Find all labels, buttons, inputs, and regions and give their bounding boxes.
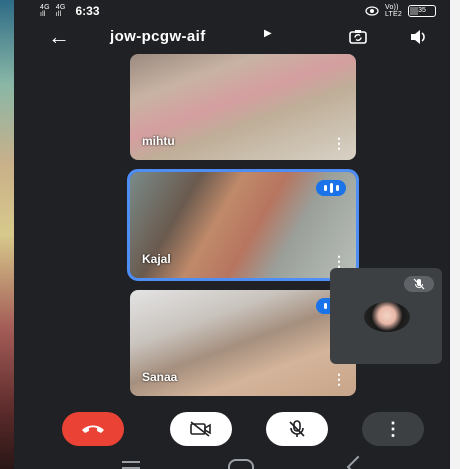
- android-nav-bar: [14, 455, 450, 469]
- more-vert-icon: ⋮: [384, 418, 402, 439]
- meet-call-screen: 4G ıll 4G ıll 6:33 Vo)) LTE2 35 ← jow-pc…: [14, 0, 450, 469]
- back-icon[interactable]: [346, 455, 370, 469]
- participant-name: mihtu: [142, 134, 175, 148]
- mic-toggle-button[interactable]: [266, 412, 328, 446]
- participant-tile-kajal[interactable]: Kajal ⋮: [127, 169, 359, 281]
- eye-icon: [365, 6, 379, 16]
- mic-off-icon: [289, 420, 305, 437]
- participant-name: Sanaa: [142, 370, 178, 384]
- home-icon[interactable]: [228, 459, 254, 469]
- meeting-code[interactable]: jow-pcgw-aif: [110, 28, 206, 45]
- tile-more-icon[interactable]: ⋮: [332, 136, 346, 150]
- camera-toggle-button[interactable]: [170, 412, 232, 446]
- volte-indicator: Vo)) LTE2: [384, 4, 402, 18]
- recent-apps-icon[interactable]: [122, 461, 140, 469]
- network-indicator-2: 4G ıll: [55, 4, 66, 18]
- flip-camera-icon[interactable]: [348, 28, 368, 46]
- battery-icon: 35: [408, 5, 436, 17]
- tile-more-icon[interactable]: ⋮: [332, 372, 346, 386]
- status-bar: 4G ıll 4G ıll 6:33 Vo)) LTE2 35: [14, 0, 450, 22]
- participant-tile-mihtu[interactable]: mihtu ⋮: [130, 54, 356, 160]
- caret-right-icon[interactable]: ▶: [264, 28, 272, 39]
- speaker-icon[interactable]: [408, 28, 428, 46]
- self-avatar: [364, 302, 410, 332]
- camera-off-icon: [190, 421, 211, 437]
- status-time: 6:33: [75, 4, 100, 18]
- back-arrow-icon[interactable]: ←: [48, 26, 70, 48]
- mic-muted-icon: [404, 276, 434, 292]
- right-edge: [450, 0, 460, 469]
- participant-tile-sanaa[interactable]: Sanaa ⋮: [130, 290, 356, 396]
- speaking-indicator-icon: [316, 180, 346, 196]
- call-header: ← jow-pcgw-aif ▶: [14, 24, 450, 52]
- call-controls: ⋮: [14, 404, 450, 450]
- end-call-button[interactable]: [62, 412, 124, 446]
- hangup-icon: [82, 425, 104, 433]
- tile-more-icon[interactable]: ⋮: [332, 254, 346, 268]
- background-app-edge: [0, 0, 14, 469]
- network-indicator-1: 4G ıll: [40, 4, 50, 18]
- participant-name: Kajal: [142, 252, 171, 266]
- more-options-button[interactable]: ⋮: [362, 412, 424, 446]
- self-view-tile[interactable]: [330, 268, 442, 364]
